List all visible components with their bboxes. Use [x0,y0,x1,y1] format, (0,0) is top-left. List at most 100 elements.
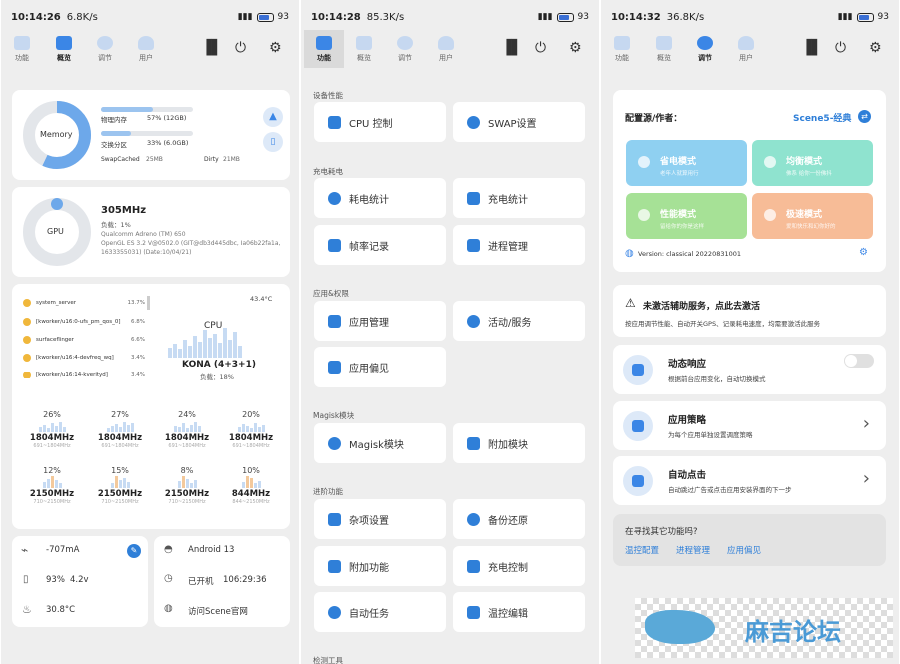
tab-label: 用户 [439,54,453,62]
tab-user[interactable]: 用户 [728,30,764,68]
power-icon[interactable]: ⏻ [535,40,546,56]
core-usage: 10% [242,466,260,475]
core-frequency: 1804MHz [164,433,210,443]
addon-module-tile[interactable]: 附加模块 [453,423,585,463]
visit-website-link[interactable]: 访问Scene官网 [188,605,248,617]
charge-stats-tile[interactable]: 充电统计 [453,178,585,218]
config-settings-icon[interactable]: ⚙ [859,247,868,258]
tab-tuning[interactable]: 调节 [87,30,123,68]
settings-gear-icon[interactable]: ⚙ [869,40,882,56]
process-row[interactable]: [kworker/u16:4-devfreq_wq] 3.4% [23,354,145,362]
row-title: 应用策略 [668,415,707,426]
stats-icon[interactable]: ▐▌ [501,40,523,56]
backup-restore-tile[interactable]: 备份还原 [453,499,585,539]
dynamic-response-row[interactable]: 动态响应 根据前台应用变化，自动切换模式 [613,345,886,394]
cloud-upload-icon [328,436,341,450]
linux-icon [23,354,31,362]
extra-functions-tile[interactable]: 附加功能 [314,546,446,586]
tab-functions[interactable]: 功能 [304,30,344,68]
turbo-mode-tile[interactable]: 极速模式 爱和快乐和幻你好的 [752,193,873,239]
thermal-edit-tile[interactable]: 温控编辑 [453,592,585,632]
misc-settings-tile[interactable]: 杂项设置 [314,499,446,539]
fps-record-tile[interactable]: 帧率记录 [314,225,446,265]
process-usage: 6.6% [131,337,145,343]
thermal-config-link[interactable]: 温控配置 [625,544,659,556]
battery-icon [856,12,874,22]
core-bars [156,476,218,488]
app-strategy-row[interactable]: 应用策略 为每个应用单独设置调度策略 › [613,401,886,450]
activity-service-tile[interactable]: 活动/服务 [453,301,585,341]
top-tabs: 功能 概览 调节 用户 [1,30,299,68]
config-source-value[interactable]: Scene5-经典 [793,111,851,124]
tab-functions[interactable]: 功能 [4,30,40,68]
globe-icon: ◍ [625,248,634,259]
mode-title: 性能模式 [660,210,697,220]
tab-functions[interactable]: 功能 [604,30,640,68]
process-row[interactable]: [kworker/u16:0-ufs_pm_qos_0] 6.8% [23,318,145,326]
tile-label: 充电控制 [488,562,528,574]
memory-ring-label: Memory [40,130,73,139]
mi-logo-icon [467,605,480,619]
mode-desc: 老年人就算用行 [660,171,699,177]
cpu-history-bar [188,346,192,358]
process-row[interactable]: [kworker/u16:14-kverityd] 3.4% [23,372,145,378]
process-manager-link[interactable]: 进程管理 [676,544,710,556]
process-row[interactable]: surfaceflinger 6.6% [23,336,145,344]
tab-overview[interactable]: 概览 [346,30,382,68]
tuning-icon [397,36,413,50]
app-bias-tile[interactable]: 应用偏见 [314,347,446,387]
tab-user[interactable]: 用户 [128,30,164,68]
tab-tuning[interactable]: 调节 [387,30,423,68]
mode-title: 极速模式 [786,210,823,220]
accessibility-warning-card[interactable]: ⚠ 未激活辅助服务，点此去激活 按应用调节性能、自动开关GPS、记录耗电速度，均… [613,285,886,337]
user-icon [738,36,754,50]
settings-gear-icon[interactable]: ⚙ [569,40,582,56]
process-row[interactable]: system_server 13.7% [23,299,145,307]
tab-overview[interactable]: 概览 [46,30,82,68]
magisk-module-tile[interactable]: Magisk模块 [314,423,446,463]
cpu-core: 8% 2150MHz 710~2150MHz [156,466,218,505]
core-usage: 26% [43,410,61,419]
dynamic-response-toggle[interactable] [844,354,874,368]
process-manager-tile[interactable]: 进程管理 [453,225,585,265]
edit-pencil-icon[interactable]: ✎ [127,544,141,558]
app-manager-tile[interactable]: 应用管理 [314,301,446,341]
mode-desc: 留给你的你是这样 [660,224,705,230]
power-icon[interactable]: ⏻ [235,40,246,56]
performance-mode-tile[interactable]: 性能模式留给你的你是这样 [626,193,747,239]
core-usage: 8% [180,466,194,475]
core-bars [220,476,282,488]
tab-overview[interactable]: 概览 [646,30,682,68]
switch-source-icon[interactable]: ⇄ [858,110,871,123]
running-figure-icon [328,238,341,252]
tab-user[interactable]: 用户 [428,30,464,68]
settings-gear-icon[interactable]: ⚙ [269,40,282,56]
mode-title: 均衡模式 [786,157,823,167]
tab-tuning[interactable]: 调节 [687,30,723,68]
stats-icon[interactable]: ▐▌ [201,40,223,56]
cpu-control-tile[interactable]: CPU 控制 [314,102,446,142]
row-title: 动态响应 [668,359,707,370]
watermark-text: 麻吉论坛 [745,618,841,646]
phone-icon[interactable]: ▯ [263,132,283,152]
process-list-scrollbar[interactable] [147,296,150,310]
core-usage: 15% [111,466,129,475]
linux-icon [23,318,31,326]
charge-control-tile[interactable]: 充电控制 [453,546,585,586]
app-bias-link[interactable]: 应用偏见 [727,544,761,556]
auto-click-row[interactable]: 自动点击 自动跳过广告或点击应用安装界面的下一步 › [613,456,886,505]
auto-task-tile[interactable]: 自动任务 [314,592,446,632]
tile-label: 进程管理 [488,241,528,253]
stats-icon[interactable]: ▐▌ [801,40,823,56]
physical-memory-label: 物理内存 [101,116,127,124]
balanced-mode-tile[interactable]: 均衡模式 佛系 给你一份佛抖 [752,140,873,186]
swap-settings-tile[interactable]: SWAP设置 [453,102,585,142]
power-icon[interactable]: ⏻ [835,40,846,56]
power-stats-tile[interactable]: 耗电统计 [314,178,446,218]
android-version: Android 13 [188,545,235,555]
clean-memory-icon[interactable]: ▲ [263,107,283,127]
gpu-version-line1: OpenGL ES 3.2 V@0502.0 (GIT@db3d445dbc, … [101,240,281,247]
power-save-mode-tile[interactable]: 省电模式 老年人就算用行 [626,140,747,186]
signal-icon: ▮▮▮ [837,12,853,22]
tile-label: 温控编辑 [488,608,528,620]
